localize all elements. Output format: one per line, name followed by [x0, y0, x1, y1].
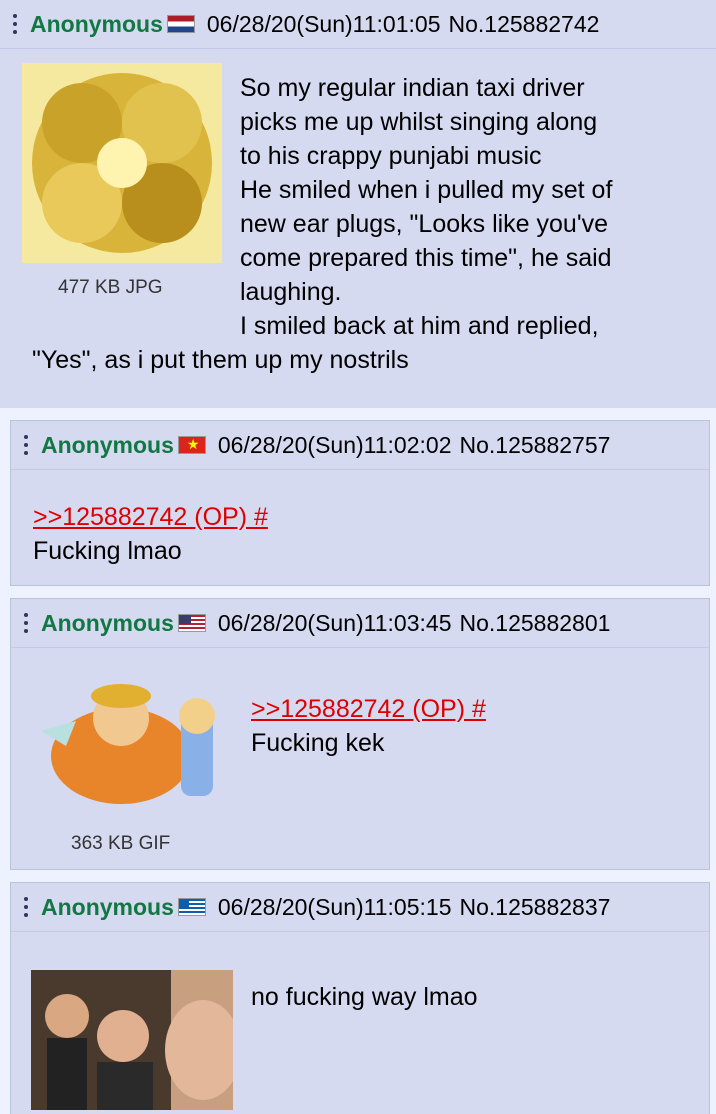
post-thumbnail-image[interactable]	[22, 63, 222, 263]
post-125882837: Anonymous 06/28/20(Sun)11:05:15 No.12588…	[10, 882, 710, 1114]
post-thumbnail-image[interactable]	[31, 970, 233, 1110]
message-line: He smiled when i pulled my set of	[240, 176, 613, 204]
post-125882742: Anonymous 06/28/20(Sun)11:01:05 No.12588…	[0, 0, 716, 408]
post-number[interactable]: No.125882742	[448, 11, 599, 38]
post-header: Anonymous 06/28/20(Sun)11:02:02 No.12588…	[11, 421, 709, 470]
post-message: >>125882742 (OP) # Fucking lmao	[33, 500, 268, 568]
post-menu-icon[interactable]	[11, 897, 41, 917]
post-message: So my regular indian taxi driver picks m…	[240, 71, 710, 343]
post-number[interactable]: No.125882801	[459, 610, 610, 637]
greece-flag-icon	[177, 898, 206, 916]
post-separator	[0, 408, 716, 420]
post-header: Anonymous 06/28/20(Sun)11:01:05 No.12588…	[0, 0, 716, 49]
post-menu-icon[interactable]	[0, 14, 30, 34]
netherlands-flag-icon	[166, 15, 195, 33]
message-line: new ear plugs, "Looks like you've	[240, 210, 609, 238]
op-quote-link[interactable]: >>125882742 (OP) #	[33, 500, 268, 534]
post-datetime: 06/28/20(Sun)11:05:15	[217, 893, 452, 920]
message-line: I smiled back at him and replied,	[240, 312, 599, 340]
poster-name: Anonymous	[30, 10, 163, 37]
op-quote-link[interactable]: >>125882742 (OP) #	[251, 692, 486, 726]
post-number[interactable]: No.125882837	[459, 894, 610, 921]
message-line: come prepared this time", he said	[240, 244, 612, 272]
message-line: "Yes", as i put them up my nostrils	[32, 346, 409, 374]
vietnam-flag-icon	[177, 436, 206, 454]
post-number[interactable]: No.125882757	[459, 432, 610, 459]
message-line: laughing.	[240, 278, 342, 306]
message-text: Fucking kek	[251, 729, 385, 757]
post-message: >>125882742 (OP) # Fucking kek	[251, 692, 486, 760]
post-datetime: 06/28/20(Sun)11:01:05	[206, 10, 441, 37]
message-text: Fucking lmao	[33, 537, 182, 565]
message-line: So my regular indian taxi driver	[240, 74, 585, 102]
usa-flag-icon	[177, 614, 206, 632]
post-header: Anonymous 06/28/20(Sun)11:03:45 No.12588…	[11, 599, 709, 648]
post-thumbnail-image[interactable]	[31, 676, 243, 806]
poster-name: Anonymous	[41, 893, 174, 920]
file-info[interactable]: 363 KB GIF	[71, 833, 170, 855]
message-line: to his crappy punjabi music	[240, 142, 542, 170]
post-datetime: 06/28/20(Sun)11:03:45	[217, 609, 452, 636]
post-header: Anonymous 06/28/20(Sun)11:05:15 No.12588…	[11, 883, 709, 932]
file-info[interactable]: 477 KB JPG	[58, 277, 163, 299]
post-125882757: Anonymous 06/28/20(Sun)11:02:02 No.12588…	[10, 420, 710, 586]
post-menu-icon[interactable]	[11, 435, 41, 455]
post-datetime: 06/28/20(Sun)11:02:02	[217, 431, 452, 458]
post-125882801: Anonymous 06/28/20(Sun)11:03:45 No.12588…	[10, 598, 710, 870]
post-menu-icon[interactable]	[11, 613, 41, 633]
poster-name: Anonymous	[41, 431, 174, 458]
message-text: no fucking way lmao	[251, 983, 478, 1011]
poster-name: Anonymous	[41, 609, 174, 636]
message-line: picks me up whilst singing along	[240, 108, 598, 136]
